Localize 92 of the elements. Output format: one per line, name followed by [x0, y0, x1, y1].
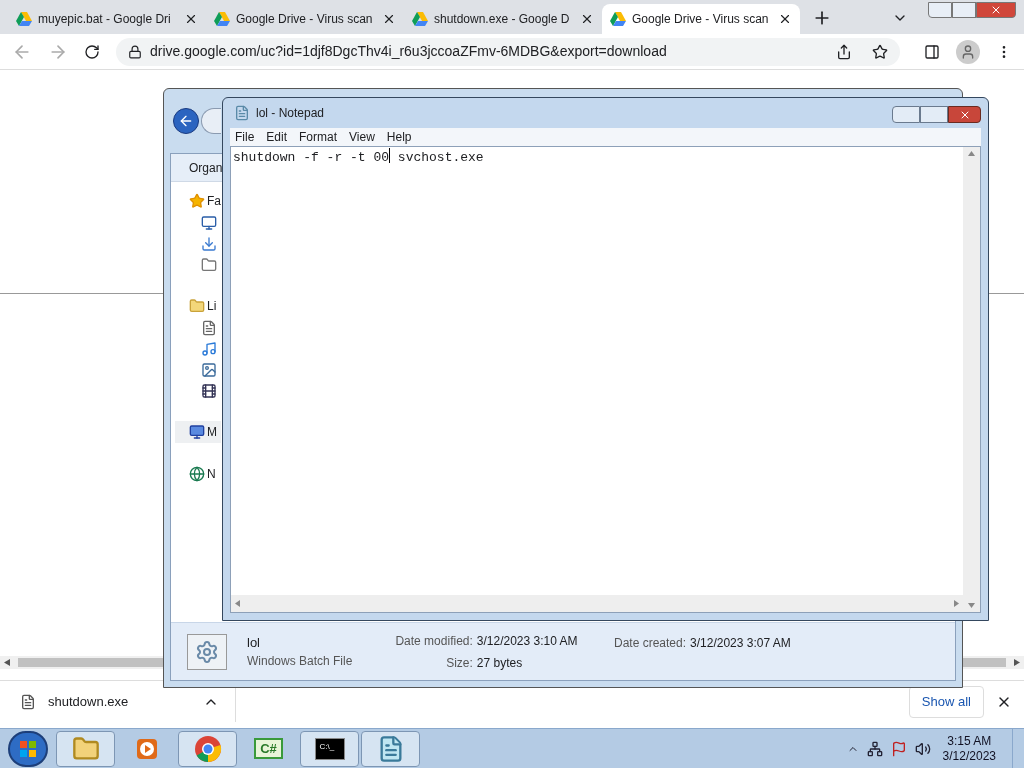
file-name: lol: [247, 633, 261, 652]
menu-item[interactable]: View: [344, 128, 380, 146]
star-icon: [189, 193, 205, 209]
window-title: lol - Notepad: [256, 105, 326, 122]
picture-icon: [201, 361, 217, 378]
close-icon[interactable]: [580, 12, 594, 26]
close-icon[interactable]: [778, 12, 792, 26]
scrollbar-thumb[interactable]: [962, 658, 1006, 667]
browser-tab[interactable]: Google Drive - Virus scan: [602, 4, 800, 34]
nav-item[interactable]: N: [175, 463, 221, 485]
play-icon: [134, 736, 159, 761]
menu-item[interactable]: Format: [294, 128, 343, 146]
scroll-right-icon[interactable]: [1014, 659, 1020, 666]
browser-tab[interactable]: shutdown.exe - Google D: [404, 4, 602, 34]
start-button[interactable]: [8, 730, 48, 767]
csharp-icon: C#: [254, 738, 283, 759]
address-bar[interactable]: drive.google.com/uc?id=1djf8DgcThv4i_r6u3jccoaZFmv-6MDBG&export=download: [116, 37, 900, 66]
music-icon: [201, 340, 217, 357]
network-icon: [189, 466, 205, 482]
scroll-left-icon[interactable]: [235, 600, 240, 607]
download-file-name: shutdown.exe: [48, 692, 130, 711]
nav-item[interactable]: M: [175, 421, 221, 443]
field-label: Date created:: [614, 635, 687, 652]
horizontal-scrollbar[interactable]: [231, 595, 963, 612]
computer-icon: [189, 424, 205, 440]
download-icon: [201, 235, 217, 252]
drive-icon: [16, 12, 32, 26]
nav-item[interactable]: Fa: [175, 190, 221, 212]
side-panel-icon[interactable]: [924, 43, 940, 60]
file-type: Windows Batch File: [247, 653, 354, 671]
scrollbar-thumb[interactable]: [18, 658, 163, 667]
flag-icon[interactable]: [890, 740, 907, 757]
volume-icon[interactable]: [914, 740, 931, 757]
scroll-up-icon[interactable]: [968, 151, 975, 156]
lock-icon: [128, 44, 142, 59]
tab-title: Google Drive - Virus scan: [236, 11, 373, 28]
network-icon[interactable]: [866, 740, 883, 757]
console-icon: C:\_: [314, 737, 345, 760]
notepad-icon: [234, 105, 250, 121]
field-value: 3/12/2023 3:07 AM: [690, 635, 791, 652]
clock[interactable]: 3:15 AM 3/12/2023: [942, 733, 996, 764]
taskbar-button[interactable]: [56, 730, 115, 767]
vertical-scrollbar[interactable]: [963, 147, 980, 612]
url-text: drive.google.com/uc?id=1djf8DgcThv4i_r6u3jccoaZFmv-6MDBG&export=download: [150, 42, 668, 61]
nav-item[interactable]: Li: [175, 295, 221, 317]
monitor-icon: [201, 214, 217, 231]
taskbar-button[interactable]: C:\_: [300, 730, 359, 767]
minimize-button[interactable]: [928, 2, 952, 18]
file-icon: [20, 693, 36, 710]
field-value: 3/12/2023 3:10 AM: [476, 632, 579, 650]
scroll-down-icon[interactable]: [968, 603, 975, 608]
scroll-left-icon[interactable]: [4, 659, 10, 666]
browser-tab[interactable]: muyepic.bat - Google Dri: [8, 4, 206, 34]
reload-icon[interactable]: [84, 43, 100, 60]
chrome-icon: [193, 734, 222, 763]
maximize-button[interactable]: [920, 106, 948, 123]
close-button[interactable]: [948, 106, 981, 123]
close-icon[interactable]: [184, 12, 198, 26]
share-icon[interactable]: [836, 43, 852, 60]
tab-title: muyepic.bat - Google Dri: [38, 11, 171, 28]
batch-file-icon: [187, 633, 227, 670]
scroll-right-icon[interactable]: [954, 600, 959, 607]
tab-title: Google Drive - Virus scan: [632, 11, 769, 28]
field-label: Size:: [445, 654, 473, 672]
drive-icon: [412, 12, 428, 26]
field-value: 27 bytes: [476, 654, 524, 672]
browser-tab[interactable]: Google Drive - Virus scan: [206, 4, 404, 34]
folder-icon: [201, 256, 217, 273]
close-icon: [990, 4, 1002, 16]
minimize-button[interactable]: [892, 106, 920, 123]
taskbar-button[interactable]: [361, 730, 420, 767]
field-label: Date modified:: [394, 632, 473, 650]
menu-item[interactable]: File: [230, 128, 260, 146]
menu-item[interactable]: Edit: [261, 128, 293, 146]
taskbar-button[interactable]: C#: [239, 730, 298, 767]
bookmark-star-icon[interactable]: [872, 43, 888, 60]
document-icon: [201, 319, 217, 336]
folder-icon: [189, 298, 205, 314]
menu-item[interactable]: Help: [381, 128, 417, 146]
tab-title: shutdown.exe - Google D: [434, 11, 570, 28]
windows-logo-icon: [19, 739, 37, 758]
drive-icon: [610, 12, 626, 26]
taskbar-button[interactable]: [178, 730, 237, 767]
organize-button[interactable]: Organ: [189, 158, 223, 177]
drive-icon: [214, 12, 230, 26]
profile-icon[interactable]: [956, 39, 980, 64]
restore-button[interactable]: [952, 2, 976, 18]
film-icon: [201, 382, 217, 399]
text-caret: [389, 148, 391, 163]
close-icon[interactable]: [382, 12, 396, 26]
back-button[interactable]: [173, 108, 199, 134]
folder-icon: [71, 734, 100, 763]
